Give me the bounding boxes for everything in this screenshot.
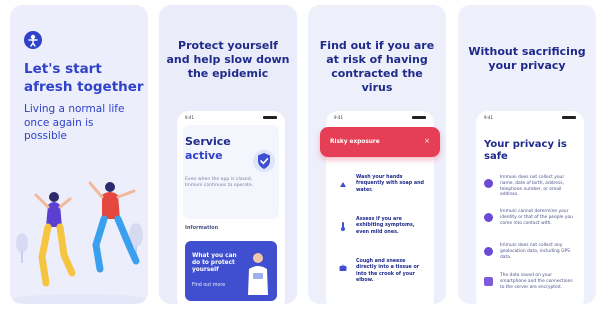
immuni-logo-icon (24, 31, 42, 49)
service-status: active (185, 149, 223, 162)
welcome-title: Let's start afresh together (24, 61, 144, 95)
panel-heading: Find out if you are at risk of having co… (319, 39, 435, 94)
privacy-title: Your privacy is safe (484, 139, 567, 162)
identity-icon (484, 213, 493, 222)
screenshot-panel-1: Let's start afresh together Living a nor… (10, 5, 148, 304)
risk-title: Risky exposure (330, 139, 380, 145)
jumping-people-illustration (10, 181, 148, 304)
panel-heading: Protect yourself and help slow down the … (166, 39, 290, 80)
doctor-icon (248, 253, 268, 295)
welcome-subtitle: Living a normal life once again is possi… (24, 103, 125, 142)
status-time: 9:41 (185, 115, 194, 120)
privacy-item-text: Immuni cannot determine your identity or… (500, 209, 573, 226)
tip-text: Assess if you are exhibiting symptoms, e… (356, 217, 415, 235)
screenshot-panel-3: Find out if you are at risk of having co… (308, 5, 446, 304)
phone-screen: 9:41 Risky exposure × Wash your hands fr… (320, 111, 440, 304)
battery-icon (412, 116, 426, 119)
status-time: 9:41 (334, 115, 343, 120)
hand-wash-icon (340, 182, 346, 187)
thermometer-icon (341, 222, 345, 231)
screenshot-panel-2: Protect yourself and help slow down the … (159, 5, 297, 304)
privacy-item-text: Immuni does not collect any geolocation … (500, 243, 570, 260)
privacy-item-text: The data saved on your smartphone and th… (500, 273, 573, 290)
info-card[interactable]: What you can do to protect yourself Find… (185, 241, 277, 301)
shield-icon (253, 150, 275, 172)
screenshot-panel-4: Without sacrificing your privacy 9:41 Yo… (458, 5, 596, 304)
risky-exposure-banner[interactable]: Risky exposure × (320, 127, 440, 157)
tip-item: Cough and sneeze directly into a tissue … (334, 257, 426, 293)
service-title: Service (185, 135, 231, 148)
battery-icon (263, 116, 277, 119)
status-time: 9:41 (484, 115, 493, 120)
tip-text: Wash your hands frequently with soap and… (356, 175, 424, 193)
close-icon[interactable]: × (424, 137, 430, 145)
tissue-icon (339, 264, 347, 271)
person-icon (484, 179, 493, 188)
battery-icon (562, 116, 576, 119)
privacy-item-text: Immuni does not collect your name, date … (500, 175, 565, 198)
panel-heading: Without sacrificing your privacy (468, 45, 586, 72)
service-description: Even when the app is closed, Immuni cont… (185, 177, 254, 188)
information-label: Information (185, 225, 219, 231)
tip-text: Cough and sneeze directly into a tissue … (356, 259, 420, 284)
info-card-text: What you can do to protect yourself (192, 253, 237, 273)
tip-item: Assess if you are exhibiting symptoms, e… (334, 215, 426, 251)
find-out-more-link[interactable]: Find out more (192, 283, 225, 288)
lock-icon (484, 277, 493, 286)
location-icon (484, 247, 493, 256)
phone-screen: 9:41 Your privacy is safe Immuni does no… (476, 111, 584, 304)
tip-item: Wash your hands frequently with soap and… (334, 173, 426, 209)
phone-screen: 9:41 Service active Even when the app is… (177, 111, 285, 304)
